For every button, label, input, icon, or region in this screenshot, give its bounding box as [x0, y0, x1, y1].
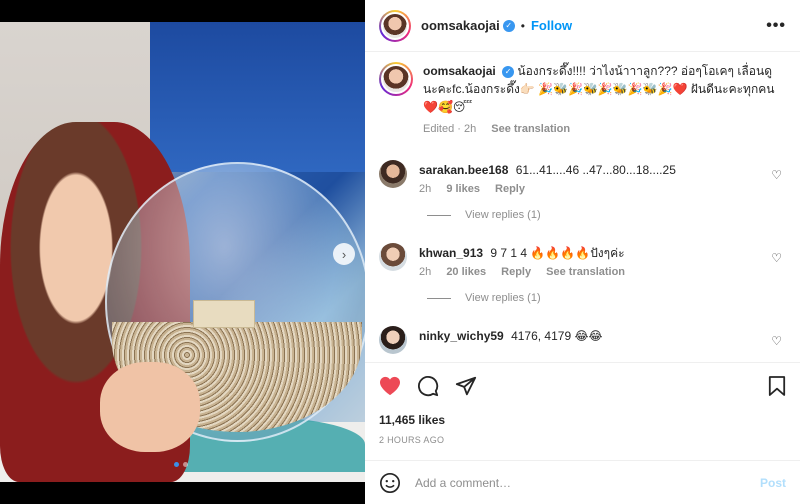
post-media: › [0, 0, 365, 504]
view-replies-button[interactable]: View replies (1) [427, 209, 786, 221]
reply-button[interactable]: Reply [501, 266, 531, 278]
comment-likes[interactable]: 9 likes [446, 183, 480, 195]
verified-badge-icon: ✓ [502, 19, 515, 32]
share-icon[interactable] [455, 375, 477, 397]
comment-item: sarakan.bee168 61...41....46 ..47...80..… [379, 160, 786, 195]
comment-input[interactable]: Add a comment… [415, 476, 511, 490]
comments-list[interactable]: oomsakaojai ✓ น้องกระดึ๊ง!!!! ว่าไงน้าาา… [365, 52, 800, 362]
post-timestamp: 2 HOURS AGO [379, 435, 445, 445]
more-options-icon[interactable]: ••• [766, 17, 786, 35]
caption: oomsakaojai ✓ น้องกระดึ๊ง!!!! ว่าไงน้าาา… [379, 62, 786, 138]
heart-outline-icon[interactable]: ♡ [771, 334, 782, 348]
comment-text: 4176, 4179 😂😂 [511, 329, 603, 343]
post-actions: 11,465 likes 2 HOURS AGO [365, 362, 800, 445]
heart-outline-icon[interactable]: ♡ [771, 251, 782, 265]
reply-button[interactable]: Reply [495, 183, 525, 195]
verified-badge-icon: ✓ [502, 65, 515, 78]
comment-text: 9 7 1 4 🔥🔥🔥🔥ปังๆค่ะ [490, 246, 625, 260]
next-photo-button[interactable]: › [333, 243, 355, 265]
carousel-dot-active [174, 462, 179, 467]
avatar[interactable] [379, 243, 407, 271]
bookmark-icon[interactable] [768, 375, 786, 397]
likes-count[interactable]: 11,465 likes [379, 413, 786, 427]
comment-time: 2h [419, 266, 432, 278]
add-comment-bar: Add a comment… Post [365, 460, 800, 504]
heart-filled-icon[interactable] [379, 376, 401, 396]
post-button[interactable]: Post [760, 476, 786, 490]
caption-avatar[interactable] [379, 62, 413, 96]
chevron-right-icon: › [341, 246, 347, 262]
avatar[interactable] [379, 326, 407, 354]
comment-username[interactable]: ninky_wichy59 [419, 329, 504, 343]
comment-text: 61...41....46 ..47...80...18....25 [515, 163, 676, 177]
heart-outline-icon[interactable]: ♡ [771, 168, 782, 182]
comment-item: khwan_913 9 7 1 4 🔥🔥🔥🔥ปังๆค่ะ 2h 20 like… [379, 243, 786, 278]
avatar[interactable] [379, 9, 411, 42]
header-username[interactable]: oomsakaojai [421, 18, 500, 33]
avatar[interactable] [379, 160, 407, 188]
follow-button[interactable]: Follow [531, 18, 572, 33]
emoji-icon[interactable] [379, 472, 401, 494]
comment-username[interactable]: sarakan.bee168 [419, 163, 508, 177]
carousel-dots [174, 462, 188, 467]
post-photo [0, 22, 365, 482]
comment-icon[interactable] [417, 375, 439, 397]
see-translation-link[interactable]: See translation [546, 266, 625, 278]
caption-username[interactable]: oomsakaojai [423, 64, 496, 78]
comment-item: ninky_wichy59 4176, 4179 😂😂 ♡ [379, 326, 786, 354]
view-replies-button[interactable]: View replies (1) [427, 292, 786, 304]
post-sidebar: oomsakaojai ✓ • Follow ••• oomsakaojai ✓… [365, 0, 800, 504]
comment-time: 2h [419, 183, 432, 195]
comment-likes[interactable]: 20 likes [446, 266, 486, 278]
carousel-dot [183, 462, 188, 467]
post-header: oomsakaojai ✓ • Follow ••• [365, 0, 800, 52]
see-translation-link[interactable]: See translation [491, 123, 570, 135]
comment-username[interactable]: khwan_913 [419, 246, 483, 260]
caption-edited: Edited · 2h [423, 123, 477, 135]
separator-dot: • [520, 18, 525, 33]
